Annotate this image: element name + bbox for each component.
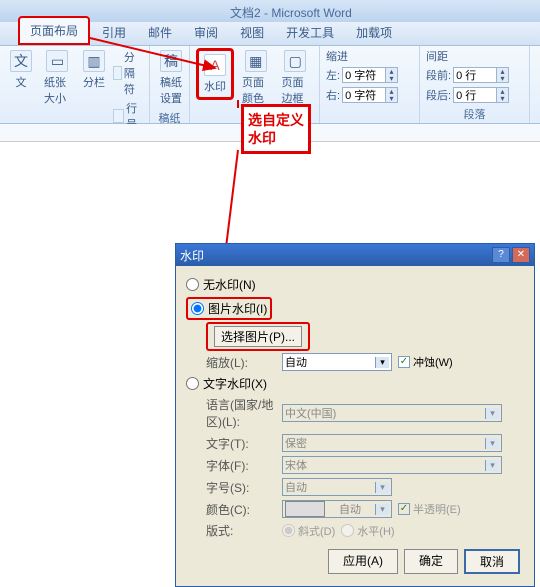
tab-mailings[interactable]: 邮件 — [138, 20, 182, 45]
watermark-dialog: 水印 ? ✕ 无水印(N) 图片水印(I) 选择图片(P)... 缩放(L): … — [175, 243, 535, 587]
tab-review[interactable]: 审阅 — [184, 20, 228, 45]
tab-developer[interactable]: 开发工具 — [276, 20, 344, 45]
ok-button[interactable]: 确定 — [404, 549, 458, 574]
tab-page-layout[interactable]: 页面布局 — [18, 16, 90, 45]
dialog-title-text: 水印 — [180, 247, 204, 264]
layout-label: 版式: — [186, 522, 276, 539]
watermark-button[interactable]: A水印 — [200, 52, 230, 96]
tab-addins[interactable]: 加载项 — [346, 20, 402, 45]
select-picture-button[interactable]: 选择图片(P)... — [206, 322, 310, 351]
language-select: 中文(中国)▾ — [282, 404, 502, 422]
radio-text-watermark[interactable]: 文字水印(X) — [186, 373, 524, 394]
page-color-button[interactable]: ▦页面颜色 — [238, 48, 274, 108]
help-icon[interactable]: ? — [492, 247, 510, 263]
indent-left-input[interactable]: ▴▾ — [342, 67, 398, 83]
language-label: 语言(国家/地区)(L): — [186, 396, 276, 430]
cancel-button[interactable]: 取消 — [464, 549, 520, 574]
close-icon[interactable]: ✕ — [512, 247, 530, 263]
breaks-button[interactable]: 分隔符 — [113, 48, 143, 98]
font-label: 字体(F): — [186, 457, 276, 474]
color-label: 颜色(C): — [186, 501, 276, 518]
color-select: 自动▾ — [282, 500, 392, 518]
spacing-after-input[interactable]: ▴▾ — [453, 87, 509, 103]
indent-title: 缩进 — [326, 48, 348, 64]
radio-diagonal: 斜式(D) — [282, 523, 335, 539]
radio-no-watermark[interactable]: 无水印(N) — [186, 274, 524, 295]
spacing-before-input[interactable]: ▴▾ — [453, 67, 509, 83]
scale-select[interactable]: 自动▾ — [282, 353, 392, 371]
manuscript-button[interactable]: 稿稿纸 设置 — [156, 48, 186, 108]
scale-label: 缩放(L): — [186, 354, 276, 371]
columns-button[interactable]: ▥分栏 — [79, 48, 109, 92]
text-select: 保密▾ — [282, 434, 502, 452]
size-select: 自动▾ — [282, 478, 392, 496]
dialog-titlebar[interactable]: 水印 ? ✕ — [176, 244, 534, 266]
spacing-title: 间距 — [426, 48, 448, 64]
group-paragraph-label: 段落 — [426, 104, 523, 124]
page-borders-button[interactable]: ▢页面边框 — [278, 48, 314, 108]
text-direction-button[interactable]: 文文 — [6, 48, 36, 92]
apply-button[interactable]: 应用(A) — [328, 549, 398, 574]
tab-view[interactable]: 视图 — [230, 20, 274, 45]
paper-size-button[interactable]: ▭纸张大小 — [40, 48, 75, 108]
radio-picture-watermark[interactable]: 图片水印(I) — [186, 297, 272, 320]
washout-checkbox[interactable]: ✓冲蚀(W) — [398, 354, 453, 370]
radio-horizontal: 水平(H) — [341, 523, 394, 539]
annotation-callout: 选自定义水印 — [241, 104, 311, 154]
size-label: 字号(S): — [186, 479, 276, 496]
tab-references[interactable]: 引用 — [92, 20, 136, 45]
ribbon-tabs: 页面布局 引用 邮件 审阅 视图 开发工具 加载项 — [0, 22, 540, 46]
semitransparent-checkbox: ✓半透明(E) — [398, 501, 461, 517]
text-label: 文字(T): — [186, 435, 276, 452]
font-select: 宋体▾ — [282, 456, 502, 474]
indent-right-input[interactable]: ▴▾ — [342, 87, 398, 103]
